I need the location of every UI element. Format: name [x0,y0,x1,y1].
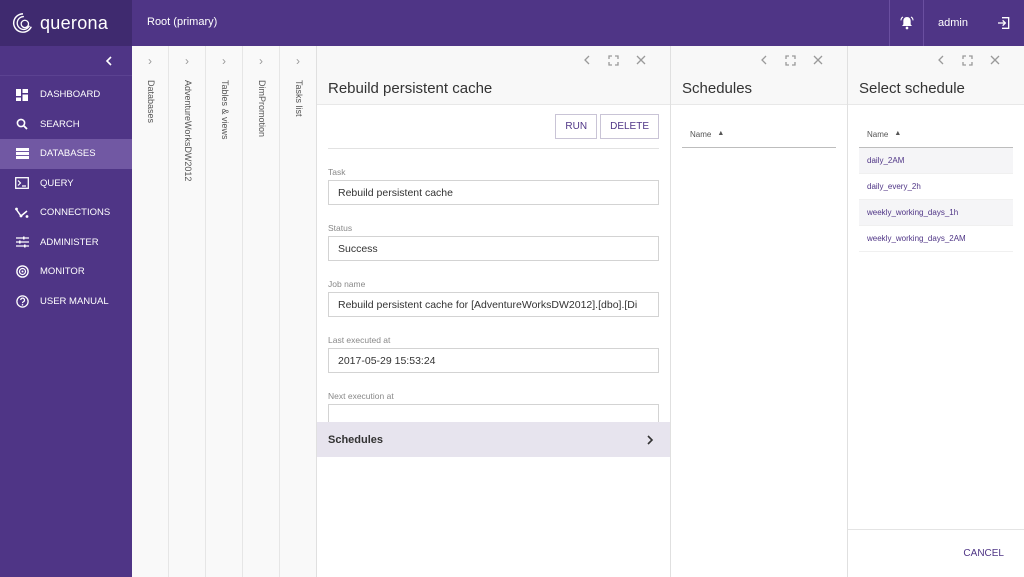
databases-icon [15,147,29,161]
panel-title: Select schedule [859,80,965,97]
status-input[interactable]: Success [328,236,659,261]
cancel-button[interactable]: CANCEL [963,548,1004,559]
collapsed-panel-adventureworks[interactable]: › AdventureWorksDW2012 [169,46,206,577]
logo[interactable]: querona [0,0,132,46]
field-label: Task [328,167,346,177]
name-column-header[interactable]: Name ▲ [859,125,1013,148]
sidebar-item-administer[interactable]: ADMINISTER [0,228,132,258]
sidebar-item-dashboard[interactable]: DASHBOARD [0,80,132,110]
chevron-right-icon[interactable]: › [243,54,279,68]
terminal-icon [15,176,29,190]
sidebar-item-user-manual[interactable]: USER MANUAL [0,287,132,317]
select-schedule-panel: Select schedule Name ▲ daily_2AM daily_e… [847,46,1024,577]
status-field: Status Success [328,223,659,261]
column-label: Name [867,130,889,139]
breadcrumb[interactable]: Root (primary) [147,16,217,28]
sidebar-item-label: QUERY [40,177,74,189]
collapsed-panel-label: AdventureWorksDW2012 [183,80,193,182]
sidebar-item-label: CONNECTIONS [40,207,111,219]
querona-logo-icon [12,13,32,33]
maximize-icon[interactable] [777,52,804,68]
collapsed-panel-label: Tables & views [220,80,230,140]
top-bar: querona Root (primary) admin [0,0,1024,46]
name-column-header[interactable]: Name ▲ [682,125,836,148]
app-name: querona [40,12,109,33]
chevron-right-icon [647,434,654,445]
panel-title: Schedules [682,80,753,97]
sort-asc-icon: ▲ [894,130,902,137]
panel-title: Rebuild persistent cache [328,80,493,97]
last-executed-input[interactable]: 2017-05-29 15:53:24 [328,348,659,373]
sidebar-item-label: DASHBOARD [40,89,101,101]
field-label: Last executed at [328,335,391,345]
job-name-field: Job name Rebuild persistent cache for [A… [328,279,659,317]
field-label: Status [328,223,353,233]
collapsed-panel-label: DimPromotion [257,80,267,138]
schedules-section-label: Schedules [328,433,384,446]
logout-icon [998,17,1010,29]
sliders-icon [15,235,29,249]
chevron-left-icon[interactable] [104,55,114,66]
back-icon[interactable] [573,52,600,68]
sort-asc-icon: ▲ [717,130,725,137]
sidebar-item-label: SEARCH [40,118,80,130]
schedule-row[interactable]: weekly_working_days_2AM [859,226,1013,252]
column-label: Name [690,130,712,139]
monitor-icon [15,265,29,279]
sidebar: DASHBOARD SEARCH DATABASES QUERY CONNECT… [0,46,132,577]
close-icon[interactable] [804,52,831,68]
sidebar-item-label: USER MANUAL [40,295,109,307]
collapsed-panel-dimpromotion[interactable]: › DimPromotion [243,46,280,577]
collapsed-panel-tasks-list[interactable]: › Tasks list [280,46,317,577]
collapsed-panel-label: Databases [146,80,156,124]
field-label: Job name [328,279,366,289]
delete-button[interactable]: DELETE [600,114,659,139]
chevron-right-icon[interactable]: › [206,54,242,68]
collapsed-panel-tables-views[interactable]: › Tables & views [206,46,243,577]
sidebar-item-monitor[interactable]: MONITOR [0,257,132,287]
task-input[interactable]: Rebuild persistent cache [328,180,659,205]
maximize-icon[interactable] [600,52,627,68]
chevron-right-icon[interactable]: › [132,54,168,68]
sidebar-item-connections[interactable]: CONNECTIONS [0,198,132,228]
sidebar-item-search[interactable]: SEARCH [0,110,132,140]
job-name-input[interactable]: Rebuild persistent cache for [AdventureW… [328,292,659,317]
task-field: Task Rebuild persistent cache [328,167,659,205]
schedule-row[interactable]: daily_2AM [859,148,1013,174]
user-menu[interactable]: admin [924,0,984,46]
chevron-right-icon[interactable]: › [169,54,205,68]
schedule-row[interactable]: daily_every_2h [859,174,1013,200]
collapsed-panel-databases[interactable]: › Databases [132,46,169,577]
close-icon[interactable] [981,52,1008,68]
sidebar-item-label: DATABASES [40,148,96,160]
task-panel: Rebuild persistent cache RUN DELETE Task… [316,46,670,577]
bell-icon [899,16,914,30]
schedule-row[interactable]: weekly_working_days_1h [859,200,1013,226]
back-icon[interactable] [927,52,954,68]
dashboard-icon [15,88,29,102]
schedules-panel: Schedules Name ▲ [670,46,847,577]
collapsed-panels: › Databases › AdventureWorksDW2012 › Tab… [132,46,317,577]
sidebar-item-query[interactable]: QUERY [0,169,132,199]
notifications-button[interactable] [889,0,923,46]
maximize-icon[interactable] [954,52,981,68]
collapsed-panel-label: Tasks list [294,80,304,117]
field-label: Next execution at [328,391,394,401]
run-button[interactable]: RUN [555,114,598,139]
sidebar-item-label: ADMINISTER [40,236,99,248]
connections-icon [15,206,29,220]
chevron-right-icon[interactable]: › [280,54,316,68]
last-executed-field: Last executed at 2017-05-29 15:53:24 [328,335,659,373]
help-icon [15,294,29,308]
search-icon [15,117,29,131]
close-icon[interactable] [627,52,654,68]
sidebar-item-label: MONITOR [40,266,85,278]
schedules-section[interactable]: Schedules [317,422,670,457]
sidebar-item-databases[interactable]: DATABASES [0,139,132,169]
back-icon[interactable] [750,52,777,68]
logout-button[interactable] [984,0,1024,46]
